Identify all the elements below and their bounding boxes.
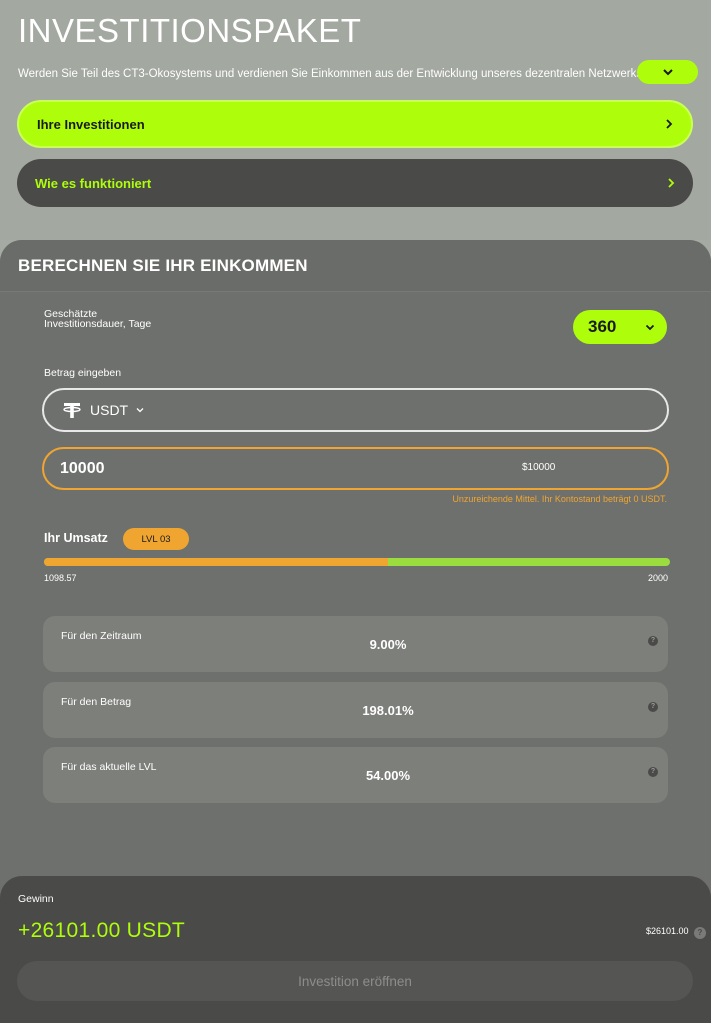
amount-label: Betrag eingeben <box>44 367 122 379</box>
turnover-progress-bar <box>44 558 670 566</box>
page-subtitle: Werden Sie Teil des CT3-Ökosystems und v… <box>18 68 638 80</box>
help-icon[interactable]: ? <box>648 767 658 777</box>
chevron-right-icon <box>668 178 675 188</box>
duration-value: 360 <box>588 317 617 336</box>
amount-value: 10000 <box>60 459 105 477</box>
rate-card-amount: Für den Betrag 198.01% ? <box>43 682 668 738</box>
chevron-down-icon <box>136 408 144 413</box>
chevron-down-icon <box>645 324 655 330</box>
insufficient-funds-error: Unzureichende Mittel. Ihr Kontostand bet… <box>452 494 667 504</box>
turnover-progress-fill <box>44 558 388 566</box>
help-icon[interactable]: ? <box>648 702 658 712</box>
card-value: 198.01% <box>362 703 414 718</box>
help-icon[interactable]: ? <box>648 636 658 646</box>
my-investments-button[interactable]: Ihre Investitionen <box>17 100 693 148</box>
tether-icon <box>63 403 81 418</box>
rate-card-period: Für den Zeitraum 9.00% ? <box>43 616 668 672</box>
amount-input[interactable]: 10000 <box>42 447 669 490</box>
amount-usd-equivalent: $10000 <box>522 462 556 473</box>
expand-description-button[interactable] <box>637 60 698 84</box>
how-it-works-label: Wie es funktioniert <box>35 175 152 191</box>
profit-value: +26101.00 USDT <box>18 919 186 942</box>
calculator-header: BERECHNEN SIE IHR EINKOMMEN <box>0 240 711 292</box>
how-it-works-button[interactable]: Wie es funktioniert <box>17 159 693 207</box>
chevron-right-icon <box>666 119 673 129</box>
open-investment-button[interactable]: Investition eröffnen <box>17 961 693 1001</box>
card-value: 9.00% <box>369 637 407 652</box>
turnover-label: Ihr Umsatz <box>44 531 108 545</box>
profit-label: Gewinn <box>18 893 54 905</box>
chevron-down-icon <box>662 69 673 76</box>
help-icon[interactable]: ? <box>694 927 706 939</box>
my-investments-label: Ihre Investitionen <box>37 116 145 132</box>
duration-select[interactable]: 360 <box>573 310 667 344</box>
duration-label: Geschätzte Investitionsdauer, Tage <box>44 308 152 330</box>
currency-select[interactable]: USDT <box>42 388 669 432</box>
turnover-current: 1098.57 <box>44 573 77 583</box>
header-section: INVESTITIONSPAKET Werden Sie Teil des CT… <box>0 0 711 240</box>
profit-panel: Gewinn +26101.00 USDT $26101.00 ? Invest… <box>0 876 711 1023</box>
card-value: 54.00% <box>365 768 411 783</box>
profit-usd-equivalent: $26101.00 <box>646 926 689 936</box>
calculator-title: BERECHNEN SIE IHR EINKOMMEN <box>18 256 308 275</box>
level-badge: LVL 03 <box>123 528 189 550</box>
rate-card-level: Für das aktuelle LVL 54.00% ? <box>43 747 668 803</box>
currency-value: USDT <box>90 402 129 418</box>
turnover-max: 2000 <box>647 573 668 583</box>
page-title: INVESTITIONSPAKET <box>18 12 362 49</box>
